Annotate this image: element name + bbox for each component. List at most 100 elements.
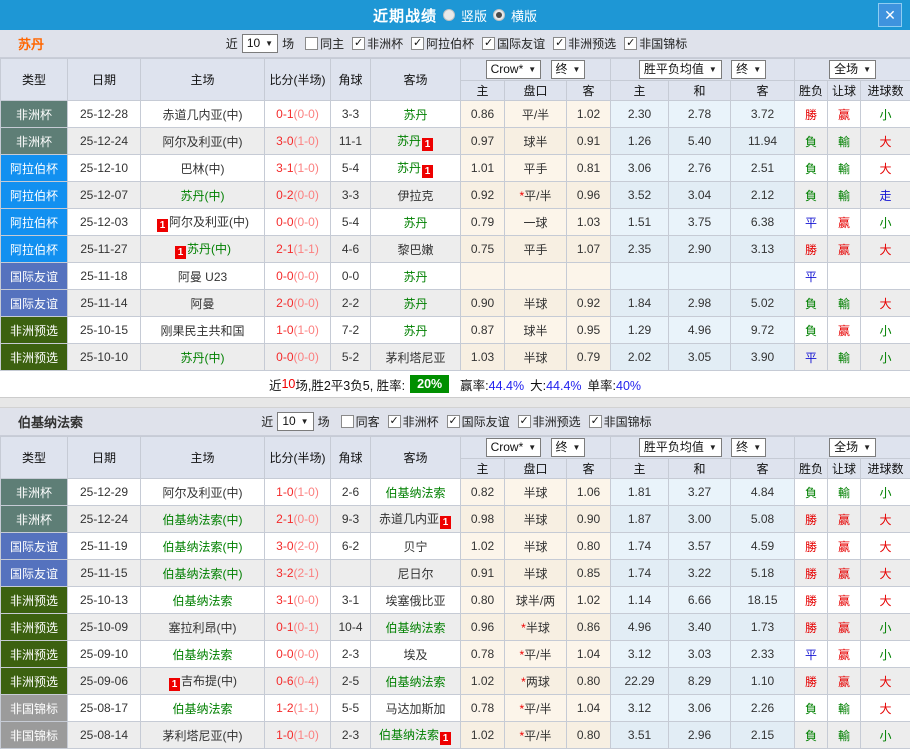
halftime-score: (0-0) [294, 296, 319, 310]
home-team-cell: 刚果民主共和国 [141, 317, 265, 344]
competition-checkbox[interactable]: ✓ [388, 415, 401, 428]
fulltime-select[interactable]: 全场▼ [829, 438, 876, 457]
final-handicap-select[interactable]: 终▼ [551, 60, 586, 79]
score-cell: 0-0(0-0) [265, 344, 331, 371]
competition-checkbox[interactable]: ✓ [411, 37, 424, 50]
crown-home-odds-cell: 0.80 [461, 587, 505, 614]
halftime-score: (1-1) [294, 242, 319, 256]
competition-cell: 阿拉伯杯 [1, 236, 68, 263]
final-wdl-select[interactable]: 终▼ [731, 60, 766, 79]
near-label: 近 [226, 35, 238, 52]
subcol-handicap: 盘口 [505, 81, 567, 101]
vertical-layout-label[interactable]: 竖版 [461, 6, 487, 25]
same-venue-checkbox[interactable] [305, 37, 318, 50]
avg-home-cell: 1.87 [611, 506, 669, 533]
competition-label[interactable]: 非国锦标 [604, 413, 652, 430]
competition-checkbox[interactable]: ✓ [624, 37, 637, 50]
table-row: 阿拉伯杯25-11-271苏丹(中)2-1(1-1)4-6黎巴嫩0.75平手1.… [1, 236, 910, 263]
team-name-text: 阿尔及利亚(中) [163, 486, 243, 500]
competition-checkbox[interactable]: ✓ [553, 37, 566, 50]
competition-label[interactable]: 国际友谊 [462, 413, 510, 430]
score-cell: 1-2(1-1) [265, 695, 331, 722]
competition-label[interactable]: 非洲杯 [367, 35, 403, 52]
avg-home-cell: 2.35 [611, 236, 669, 263]
fulltime-score: 0-2 [276, 188, 293, 202]
result-wdl-cell: 平 [795, 641, 828, 668]
competition-cell: 非洲预选 [1, 668, 68, 695]
halftime-score: (0-0) [294, 350, 319, 364]
result-goals-cell: 大 [861, 290, 910, 317]
bookmaker-select[interactable]: Crow*▼ [486, 60, 542, 79]
competition-label[interactable]: 国际友谊 [497, 35, 545, 52]
team-name-text: 伯基纳法索 [172, 648, 232, 662]
result-wdl-cell: 負 [795, 290, 828, 317]
team-name-text: 阿尔及利亚(中) [163, 135, 243, 149]
date-cell: 25-08-14 [68, 722, 141, 749]
chevron-down-icon: ▼ [528, 62, 536, 77]
subcol-home-odds: 主 [461, 459, 505, 479]
final-wdl-select[interactable]: 终▼ [731, 438, 766, 457]
fulltime-select[interactable]: 全场▼ [829, 60, 876, 79]
odds-average-select[interactable]: 胜平负均值▼ [639, 60, 722, 79]
home-team-cell: 苏丹(中) [141, 344, 265, 371]
vertical-layout-radio[interactable] [443, 9, 455, 21]
crown-away-odds-cell: 0.91 [567, 128, 611, 155]
result-goals-cell: 大 [861, 668, 910, 695]
avg-away-cell: 11.94 [731, 128, 795, 155]
result-handicap-cell: 輸 [828, 479, 861, 506]
horizontal-layout-radio[interactable] [493, 9, 505, 21]
team-name-text: 茅利塔尼亚 [385, 351, 445, 365]
crown-away-odds-cell [567, 263, 611, 290]
results-table: 类型 日期 主场 比分(半场) 角球 客场 Crow*▼ 终▼ 胜平负均值▼ 终… [0, 436, 910, 749]
corner-cell: 2-3 [331, 641, 371, 668]
competition-checkbox[interactable]: ✓ [518, 415, 531, 428]
competition-label[interactable]: 非洲预选 [533, 413, 581, 430]
competition-checkbox[interactable]: ✓ [482, 37, 495, 50]
competition-label[interactable]: 非洲预选 [568, 35, 616, 52]
competition-label[interactable]: 非国锦标 [639, 35, 687, 52]
competition-label[interactable]: 阿拉伯杯 [426, 35, 474, 52]
competition-cell: 非洲预选 [1, 614, 68, 641]
red-card-badge: 1 [169, 678, 180, 691]
date-cell: 25-11-15 [68, 560, 141, 587]
result-handicap-cell: 赢 [828, 560, 861, 587]
bookmaker-select[interactable]: Crow*▼ [486, 438, 542, 457]
close-button[interactable]: ✕ [878, 3, 902, 27]
home-team-cell: 阿曼 [141, 290, 265, 317]
score-cell: 2-1(1-1) [265, 236, 331, 263]
team-name-text: 伊拉克 [397, 189, 433, 203]
crown-home-odds-cell: 0.75 [461, 236, 505, 263]
final-handicap-select[interactable]: 终▼ [551, 438, 586, 457]
horizontal-layout-label[interactable]: 横版 [511, 6, 537, 25]
result-goals-cell: 小 [861, 722, 910, 749]
avg-draw-cell: 3.04 [669, 182, 731, 209]
same-venue-checkbox[interactable] [341, 415, 354, 428]
handicap-text: 半球 [523, 297, 547, 311]
avg-away-cell: 5.02 [731, 290, 795, 317]
odds-average-select[interactable]: 胜平负均值▼ [639, 438, 722, 457]
competition-cell: 非洲杯 [1, 506, 68, 533]
table-row: 阿拉伯杯25-12-031阿尔及利亚(中)0-0(0-0)5-4苏丹0.79一球… [1, 209, 910, 236]
same-venue-label[interactable]: 同主 [320, 35, 344, 52]
chevron-down-icon: ▼ [753, 440, 761, 455]
competition-checkbox[interactable]: ✓ [447, 415, 460, 428]
result-wdl-cell: 勝 [795, 506, 828, 533]
competition-label[interactable]: 非洲杯 [403, 413, 439, 430]
games-label: 场 [318, 413, 330, 430]
competition-checkbox[interactable]: ✓ [589, 415, 602, 428]
corner-cell: 3-1 [331, 587, 371, 614]
avg-draw-cell: 5.40 [669, 128, 731, 155]
competition-checkbox[interactable]: ✓ [352, 37, 365, 50]
match-count-select[interactable]: 10▼ [277, 412, 313, 431]
away-team-cell: 马达加斯加 [371, 695, 461, 722]
same-venue-label[interactable]: 同客 [356, 413, 380, 430]
match-count-select[interactable]: 10▼ [242, 34, 278, 53]
red-card-badge: 1 [175, 246, 186, 259]
avg-away-cell: 1.10 [731, 668, 795, 695]
result-handicap-cell: 赢 [828, 587, 861, 614]
filter-bar: 苏丹 近10▼场同主✓非洲杯✓阿拉伯杯✓国际友谊✓非洲预选✓非国锦标 [0, 30, 910, 58]
corner-cell: 11-1 [331, 128, 371, 155]
avg-draw-cell: 3.00 [669, 506, 731, 533]
avg-draw-cell: 2.96 [669, 722, 731, 749]
handicap-cell: 球半 [505, 128, 567, 155]
